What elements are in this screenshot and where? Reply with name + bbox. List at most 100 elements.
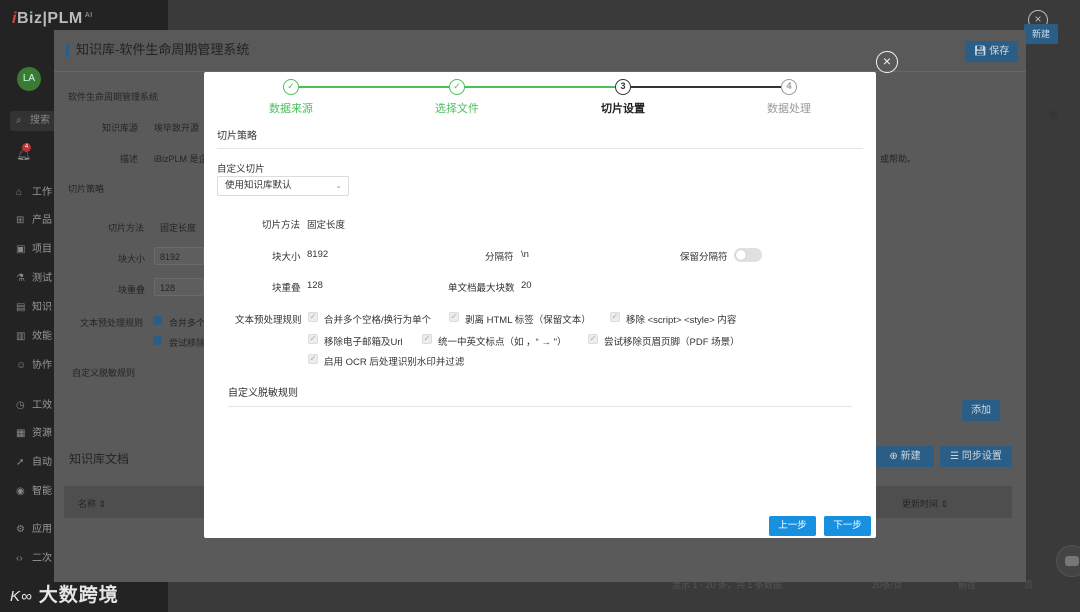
separator-value[interactable]: \n (521, 249, 529, 260)
chunk-size-label: 块大小 (272, 252, 301, 263)
sidebar-item-label: 自动 (32, 457, 52, 468)
save-button[interactable]: 💾︎ 保存 (965, 41, 1018, 62)
chevron-down-icon: ⌄ (335, 181, 342, 190)
add-rule-button[interactable]: 添加 (962, 400, 1000, 421)
step-2-check-icon: ✓ (449, 79, 465, 95)
sidebar-item-workhour[interactable]: ◷ 工效 (16, 396, 52, 411)
col-updated-label: 更新时间 (902, 499, 939, 509)
sidebar-item-dev[interactable]: ‹› 二次 (16, 549, 52, 564)
desc-tail: 或帮助。 (880, 154, 917, 164)
sidebar-item-app[interactable]: ⚙ 应用 (16, 520, 52, 535)
keep-separator-label: 保留分隔符 (680, 252, 728, 263)
custom-chunk-value: 使用知识库默认 (225, 180, 292, 191)
people-icon: ☺ (16, 360, 27, 371)
chunk-overlap-value: 128 (160, 283, 176, 293)
rule-checkbox[interactable] (153, 316, 162, 325)
rule-checkbox[interactable]: ✓ (308, 334, 318, 344)
desc-value: iBizPLM 是企 (154, 154, 208, 164)
rule-label: 移除电子邮箱及Url (324, 337, 403, 348)
avatar[interactable]: LA (17, 67, 41, 91)
rule-label: 尝试移除 (169, 338, 206, 348)
chunk-overlap-value[interactable]: 128 (307, 280, 323, 291)
chunk-method-value: 固定长度 (307, 220, 346, 231)
sidebar-item-label: 资源 (32, 428, 52, 439)
max-chunks-label: 单文档最大块数 (448, 283, 515, 294)
col-updated[interactable]: 更新时间 ⇕ (902, 497, 948, 510)
chunk-size-value: 8192 (160, 252, 181, 262)
custom-chunk-select[interactable]: 使用知识库默认 ⌄ (217, 176, 349, 196)
rule-checkbox[interactable]: ✓ (449, 312, 459, 322)
col-name-label: 名称 (78, 499, 97, 509)
step-2-label: 选择文件 (435, 103, 479, 115)
step-connector (465, 86, 615, 88)
sidebar-item-test[interactable]: ⚗ 测试 (16, 269, 52, 284)
rule-checkbox[interactable]: ✓ (308, 312, 318, 322)
chunk-settings-modal: ✓ 数据来源 ✓ 选择文件 3 切片设置 4 数据处理 切片策略 自定义切片 使… (204, 72, 876, 538)
sidebar-item-label: 工效 (32, 400, 52, 411)
sidebar-item-collab[interactable]: ☺ 协作 (16, 356, 52, 371)
rule-checkbox[interactable]: ✓ (588, 334, 598, 344)
desc-label: 描述 (120, 154, 139, 164)
rule-label: 合并多个 (169, 318, 206, 328)
kb-source-value: 埃毕致开源 (154, 123, 200, 133)
chunk-size-value[interactable]: 8192 (307, 249, 328, 260)
watermark: K∞ 大数跨境 (10, 580, 119, 607)
sidebar-item-product[interactable]: ⊞ 产品 (16, 211, 52, 226)
search-icon: ⌕ (16, 115, 22, 126)
system-name: 软件生命周期管理系统 (68, 92, 159, 102)
step-connector (631, 86, 781, 88)
right-peek-text: 、数... (1040, 110, 1066, 120)
rule-label: 合并多个空格/换行为单个 (324, 315, 432, 326)
new-doc-label: 新建 (900, 451, 921, 462)
rule-label: 移除 <script> <style> 内容 (626, 315, 737, 326)
chunk-method-label: 切片方法 (262, 220, 301, 231)
chunk-strategy-title: 切片策略 (68, 184, 105, 194)
resource-icon: ▦ (16, 428, 26, 439)
grid-icon: ⊞ (16, 215, 25, 226)
new-doc-button[interactable]: ⊕ 新建 (876, 446, 934, 467)
max-chunks-value[interactable]: 20 (521, 280, 532, 291)
rule-checkbox[interactable] (153, 336, 162, 345)
sidebar-item-resource[interactable]: ▦ 资源 (16, 424, 52, 439)
kb-source-label: 知识库源 (102, 123, 139, 133)
bell-icon[interactable]: 🔔︎ 4 (16, 143, 31, 161)
modal-close-icon[interactable]: × (876, 51, 898, 73)
goto-label: 前往 (958, 580, 977, 590)
panel-title: 知识库-软件生命周期管理系统 (66, 43, 249, 57)
clock-icon: ◷ (16, 400, 25, 411)
sidebar-item-label: 知识 (32, 302, 52, 313)
keep-separator-toggle[interactable] (734, 248, 762, 262)
chunk-method-label: 切片方法 (108, 223, 145, 233)
sidebar-item-auto[interactable]: ➚ 自动 (16, 453, 52, 468)
sidebar-item-ai[interactable]: ◉ 智能 (16, 482, 52, 497)
rule-label: 启用 OCR 后处理识别水印并过滤 (324, 357, 465, 368)
project-icon: ▣ (16, 244, 26, 255)
rule-checkbox[interactable]: ✓ (610, 312, 620, 322)
page-size-select[interactable]: 20条/页 (872, 578, 903, 591)
docs-title: 知识库文档 (69, 452, 130, 466)
next-step-button[interactable]: 下一步 (824, 516, 871, 536)
background-new-button[interactable]: 新建 (1024, 24, 1058, 44)
sidebar-item-project[interactable]: ▣ 项目 (16, 240, 52, 255)
sidebar-item-efficiency[interactable]: ▥ 效能 (16, 327, 52, 342)
chunk-overlap-label: 块重叠 (118, 285, 146, 295)
sidebar-item-label: 产品 (32, 215, 52, 226)
col-name[interactable]: 名称 ⇕ (78, 497, 106, 510)
rule-checkbox[interactable]: ✓ (308, 354, 318, 364)
sync-settings-button[interactable]: ☰ 同步设置 (940, 446, 1012, 467)
custom-rules-title: 自定义脱敏规则 (228, 388, 298, 399)
prev-step-button[interactable]: 上一步 (769, 516, 816, 536)
step-3-label: 切片设置 (601, 103, 645, 115)
robot-assistant-icon[interactable] (1056, 545, 1080, 577)
sidebar-item-label: 二次 (32, 553, 52, 564)
book-icon: ▤ (16, 302, 26, 313)
chunk-overlap-label: 块重叠 (272, 283, 301, 294)
section-title: 切片策略 (217, 131, 257, 142)
rule-checkbox[interactable]: ✓ (422, 334, 432, 344)
sidebar-item-work[interactable]: ⌂ 工作 (16, 183, 52, 198)
sidebar-item-knowledge[interactable]: ▤ 知识 (16, 298, 52, 313)
app-logo: iBiz|PLM AI (12, 10, 93, 27)
step-indicator: ✓ 数据来源 ✓ 选择文件 3 切片设置 4 数据处理 (204, 72, 876, 122)
step-1-label: 数据来源 (269, 103, 313, 115)
pagination-text: 显示 1 - 20 条，共 1 条数据 (672, 580, 783, 590)
